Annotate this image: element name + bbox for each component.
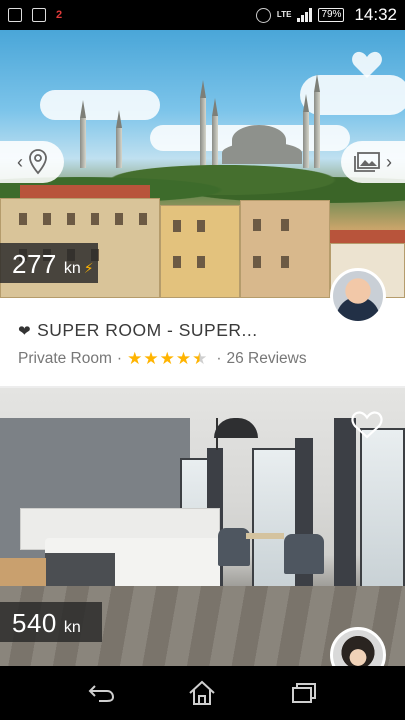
room-type: Private Room [18,350,112,367]
star-icon: ★ [175,349,192,368]
rating-stars: ★ ★ ★ ★ ★ [127,349,207,369]
network-type: LTE [276,10,292,19]
chevron-left-icon: ‹ [17,151,23,172]
listing-card[interactable]: ‹ › 277 kn ⚡ ❤ SUPER ROOM - SUPER... Pri… [0,30,405,386]
price-currency: kn [63,619,81,636]
price-currency: kn [63,260,81,277]
star-icon: ★ [127,349,143,368]
home-icon [189,680,216,705]
notification-app-icon [8,8,22,22]
home-button[interactable] [182,673,222,713]
image-gallery-icon [354,152,380,172]
price-amount: 540 [12,608,57,638]
clock: 14:32 [354,5,397,24]
chevron-right-icon: › [386,151,392,172]
price-amount: 277 [12,249,57,279]
gallery-notification-icon [32,8,46,22]
review-count: 26 Reviews [226,350,307,367]
back-button[interactable] [81,673,121,713]
listing-info: ❤ SUPER ROOM - SUPER... Private Room · ★… [18,320,307,369]
star-icon: ★ [159,349,175,368]
back-icon [88,685,114,702]
favorite-heart-icon[interactable] [351,50,383,80]
signal-icon [297,8,313,22]
map-pin-icon [29,149,47,175]
navigation-bar [0,666,405,720]
screen: 2 LTE 79% 14:32 ‹ › 277 kn ⚡ ❤ SUPER ROO… [0,0,405,720]
wishlist-heart-icon: ❤ [18,322,32,340]
price-tag: 277 kn ⚡ [0,243,98,283]
recent-apps-icon [292,683,317,703]
notification-badge: 2 [56,9,63,21]
half-star-icon: ★ [192,349,208,368]
price-tag: 540 kn [0,602,102,642]
star-icon: ★ [143,349,159,368]
battery-level: 79% [318,8,345,22]
recent-apps-button[interactable] [284,673,324,713]
instant-book-icon: ⚡ [83,260,94,276]
listing-title: SUPER ROOM - SUPER... [37,320,258,340]
alarm-icon [255,7,271,23]
status-bar: 2 LTE 79% 14:32 [0,0,405,30]
favorite-heart-icon[interactable] [351,410,383,440]
photos-button[interactable]: › [341,141,405,183]
map-button[interactable]: ‹ [0,141,64,183]
host-avatar[interactable] [330,268,386,324]
